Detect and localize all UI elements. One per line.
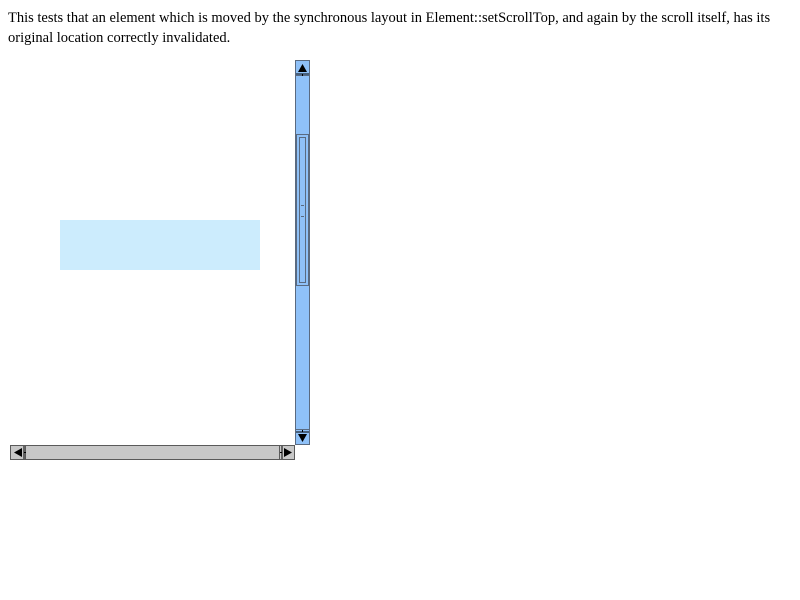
arrow-up-icon <box>296 64 309 76</box>
test-description: This tests that an element which is move… <box>8 10 771 46</box>
vertical-scroll-thumb[interactable] <box>296 134 309 286</box>
arrow-down-icon <box>296 430 309 442</box>
scrollbar-corner <box>295 445 310 460</box>
arrow-left-icon <box>14 446 26 459</box>
scroll-container[interactable] <box>10 60 310 460</box>
scroll-content <box>10 60 295 445</box>
scroll-up-button[interactable] <box>296 61 309 76</box>
scroll-down-button[interactable] <box>296 429 309 444</box>
vertical-scrollbar[interactable] <box>295 60 310 445</box>
grip-icon <box>301 205 304 217</box>
horizontal-scrollbar[interactable] <box>10 445 295 460</box>
scroll-right-button[interactable] <box>279 446 294 459</box>
moved-element <box>60 220 260 270</box>
arrow-right-icon <box>280 446 292 459</box>
scroll-left-button[interactable] <box>11 446 26 459</box>
